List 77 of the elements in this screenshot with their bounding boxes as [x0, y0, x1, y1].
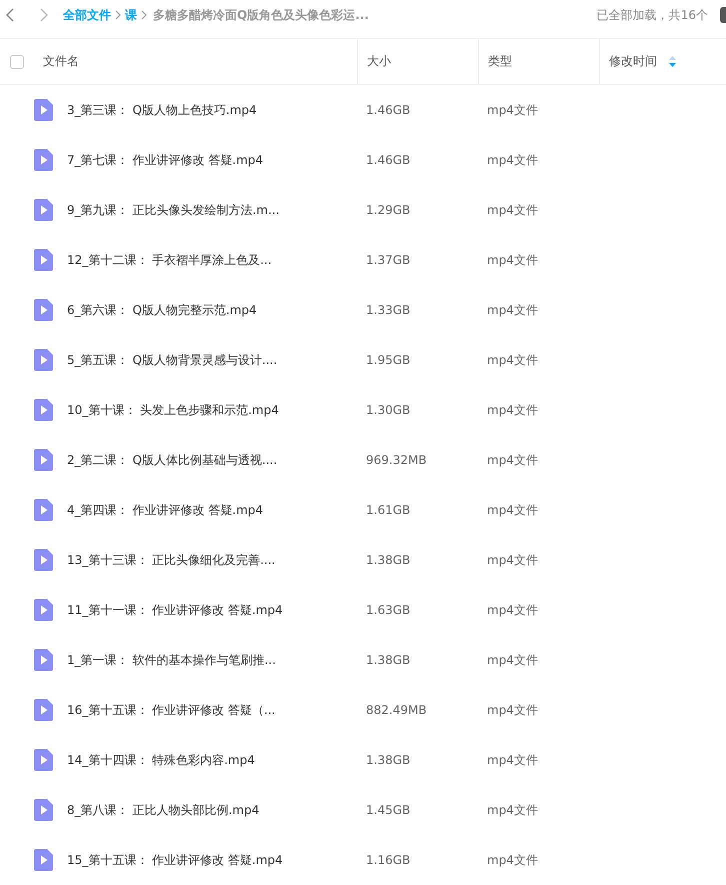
- file-size: 1.46GB: [366, 153, 410, 167]
- file-size: 1.95GB: [366, 353, 410, 367]
- file-size: 1.38GB: [366, 553, 410, 567]
- file-type: mp4文件: [487, 152, 538, 168]
- file-name[interactable]: 3_第三课： Q版人物上色技巧.mp4: [67, 102, 257, 118]
- column-header[interactable]: 大小: [367, 53, 391, 70]
- file-type: mp4文件: [487, 852, 538, 868]
- video-file-icon: [34, 699, 53, 721]
- file-type: mp4文件: [487, 802, 538, 818]
- file-name[interactable]: 4_第四课： 作业讲评修改 答疑.mp4: [67, 502, 264, 518]
- video-file-icon: [34, 649, 53, 671]
- file-size: 1.61GB: [366, 503, 410, 517]
- video-file-icon: [34, 299, 53, 321]
- video-file-icon: [34, 399, 53, 421]
- file-type: mp4文件: [487, 702, 538, 718]
- file-type: mp4文件: [487, 252, 538, 268]
- back-icon[interactable]: [5, 8, 15, 22]
- file-size: 1.16GB: [366, 853, 410, 867]
- file-type: mp4文件: [487, 202, 538, 218]
- video-file-icon: [34, 149, 53, 171]
- file-size: 1.38GB: [366, 753, 410, 767]
- file-size: 1.45GB: [366, 803, 410, 817]
- video-file-icon: [34, 799, 53, 821]
- video-file-icon: [34, 849, 53, 871]
- file-name[interactable]: 11_第十一课： 作业讲评修改 答疑.mp4: [67, 602, 283, 618]
- file-name[interactable]: 8_第八课： 正比人物头部比例.mp4: [67, 802, 260, 818]
- file-size: 1.46GB: [366, 103, 410, 117]
- file-type: mp4文件: [487, 502, 538, 518]
- file-type: mp4文件: [487, 102, 538, 118]
- video-file-icon: [34, 199, 53, 221]
- file-size: 1.30GB: [366, 403, 410, 417]
- file-type: mp4文件: [487, 602, 538, 618]
- file-name[interactable]: 2_第二课： Q版人体比例基础与透视....: [67, 452, 278, 468]
- file-name[interactable]: 14_第十四课： 特殊色彩内容.mp4: [67, 752, 255, 768]
- column-header[interactable]: 文件名: [43, 53, 79, 70]
- file-size: 1.63GB: [366, 603, 410, 617]
- file-name[interactable]: 16_第十五课： 作业讲评修改 答疑（...: [67, 702, 276, 718]
- chevron-icon: [115, 10, 121, 20]
- file-type: mp4文件: [487, 652, 538, 668]
- video-file-icon: [34, 449, 53, 471]
- file-size: 1.29GB: [366, 203, 410, 217]
- file-name[interactable]: 5_第五课： Q版人物背景灵感与设计....: [67, 352, 278, 368]
- file-name[interactable]: 1_第一课： 软件的基本操作与笔刷推...: [67, 652, 276, 668]
- video-file-icon: [34, 349, 53, 371]
- file-name[interactable]: 12_第十二课： 手衣褶半厚涂上色及...: [67, 252, 272, 268]
- forward-icon[interactable]: [39, 8, 49, 22]
- column-header[interactable]: 类型: [488, 53, 512, 70]
- file-size: 1.37GB: [366, 253, 410, 267]
- partial-button[interactable]: [720, 7, 726, 23]
- file-type: mp4文件: [487, 352, 538, 368]
- video-file-icon: [34, 749, 53, 771]
- load-status: 已全部加载，共16个: [596, 6, 708, 24]
- breadcrumb-current: 多糖多醋烤冷面Q版角色及头像色彩运...: [153, 6, 369, 24]
- file-name[interactable]: 7_第七课： 作业讲评修改 答疑.mp4: [67, 152, 264, 168]
- select-all-checkbox[interactable]: [10, 54, 24, 68]
- file-type: mp4文件: [487, 552, 538, 568]
- file-size: 1.33GB: [366, 303, 410, 317]
- file-size: 969.32MB: [366, 453, 427, 467]
- video-file-icon: [34, 499, 53, 521]
- file-name[interactable]: 13_第十三课： 正比头像细化及完善....: [67, 552, 276, 568]
- file-type: mp4文件: [487, 402, 538, 418]
- video-file-icon: [34, 599, 53, 621]
- file-size: 882.49MB: [366, 703, 427, 717]
- file-type: mp4文件: [487, 752, 538, 768]
- video-file-icon: [34, 99, 53, 121]
- file-size: 1.38GB: [366, 653, 410, 667]
- file-type: mp4文件: [487, 302, 538, 318]
- sort-icon[interactable]: [669, 56, 676, 67]
- column-header[interactable]: 修改时间: [609, 53, 657, 70]
- file-type: mp4文件: [487, 452, 538, 468]
- file-name[interactable]: 15_第十五课： 作业讲评修改 答疑.mp4: [67, 852, 283, 868]
- video-file-icon: [34, 549, 53, 571]
- chevron-icon: [141, 10, 147, 20]
- file-name[interactable]: 6_第六课： Q版人物完整示范.mp4: [67, 302, 257, 318]
- video-file-icon: [34, 249, 53, 271]
- file-name[interactable]: 9_第九课： 正比头像头发绘制方法.m...: [67, 202, 280, 218]
- file-name[interactable]: 10_第十课： 头发上色步骤和示范.mp4: [67, 402, 279, 418]
